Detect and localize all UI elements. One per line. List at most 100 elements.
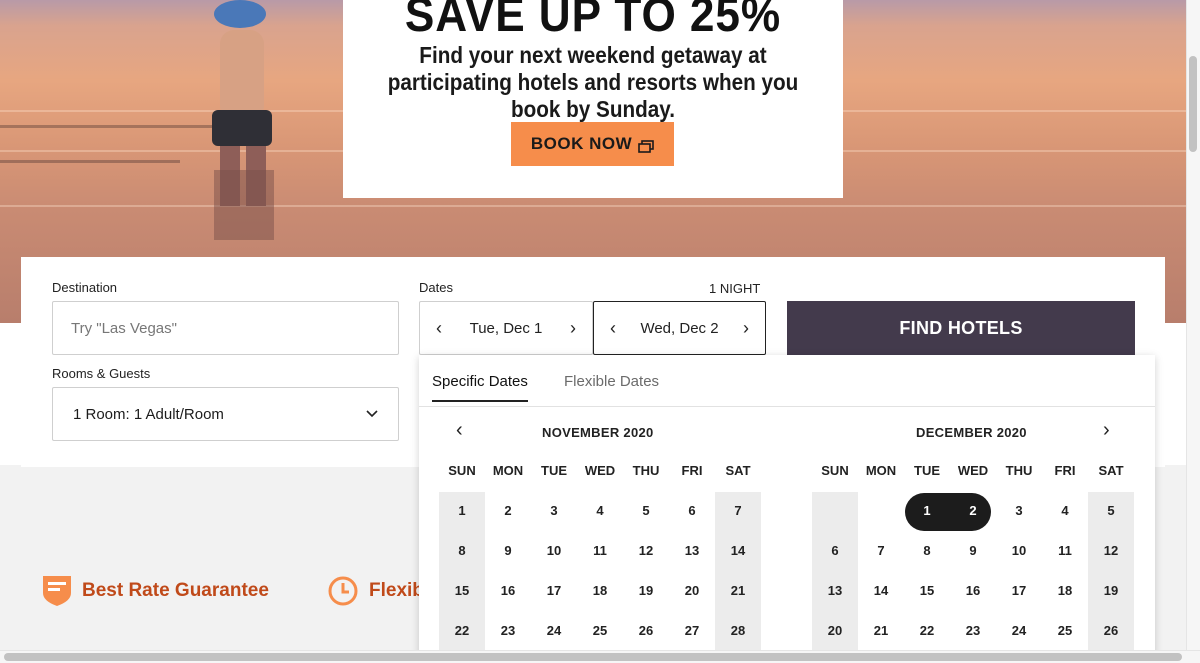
book-now-label: BOOK NOW <box>530 134 633 153</box>
prev-month-icon[interactable]: ‹ <box>456 419 463 442</box>
feature-best-rate: Best Rate Guarantee <box>42 575 269 607</box>
check-in-field[interactable]: ‹ Tue, Dec 1 › <box>419 301 593 355</box>
calendar-day[interactable]: 9 <box>950 532 996 570</box>
calendar-day[interactable]: 26 <box>1088 612 1134 650</box>
calendar-day[interactable]: 9 <box>485 532 531 570</box>
destination-input[interactable] <box>53 302 398 354</box>
clock-icon <box>328 576 358 606</box>
calendar-day[interactable]: 16 <box>950 572 996 610</box>
calendar-day[interactable]: 4 <box>577 492 623 530</box>
calendar-day[interactable]: 27 <box>669 612 715 650</box>
feature-flexible: Flexib <box>327 575 424 607</box>
calendar-day[interactable]: 23 <box>950 612 996 650</box>
calendar-day[interactable]: 2 <box>950 492 996 530</box>
calendar-day[interactable]: 13 <box>669 532 715 570</box>
weekday-header: SAT <box>1098 463 1124 478</box>
weekday-header: SUN <box>821 463 849 478</box>
next-month-icon[interactable]: › <box>1103 419 1110 442</box>
weekday-header: WED <box>957 463 989 478</box>
calendar-day[interactable]: 14 <box>715 532 761 570</box>
calendar-day[interactable]: 8 <box>904 532 950 570</box>
calendar-day[interactable]: 11 <box>1042 532 1088 570</box>
weekday-header: WED <box>584 463 616 478</box>
weekday-header: TUE <box>914 463 940 478</box>
calendar-day[interactable]: 26 <box>623 612 669 650</box>
calendar-day[interactable]: 17 <box>996 572 1042 610</box>
calendar-day[interactable]: 7 <box>715 492 761 530</box>
calendar-day[interactable]: 24 <box>996 612 1042 650</box>
calendar-day[interactable]: 2 <box>485 492 531 530</box>
vertical-scrollbar-thumb[interactable] <box>1189 56 1197 152</box>
calendar-day[interactable]: 11 <box>577 532 623 570</box>
calendar-day[interactable]: 18 <box>1042 572 1088 610</box>
calendar-day[interactable]: 6 <box>669 492 715 530</box>
chevron-right-icon[interactable]: › <box>739 318 753 339</box>
chevron-down-icon <box>366 410 378 418</box>
calendar-day[interactable]: 24 <box>531 612 577 650</box>
calendar-day[interactable]: 1 <box>904 492 950 530</box>
rooms-guests-select[interactable]: 1 Room: 1 Adult/Room <box>52 387 399 441</box>
weekday-header: FRI <box>1054 463 1076 478</box>
calendar-day[interactable]: 1 <box>439 492 485 530</box>
check-in-date: Tue, Dec 1 <box>469 319 543 337</box>
external-link-icon <box>638 138 654 153</box>
calendar-day[interactable]: 19 <box>1088 572 1134 610</box>
calendar-day[interactable]: 14 <box>858 572 904 610</box>
calendar-day[interactable]: 20 <box>669 572 715 610</box>
promo-card: SAVE UP TO 25% Find your next weekend ge… <box>343 0 843 198</box>
weekday-header: FRI <box>681 463 703 478</box>
find-hotels-button[interactable]: FIND HOTELS <box>787 301 1135 355</box>
calendar-day[interactable]: 17 <box>531 572 577 610</box>
calendar-day[interactable]: 21 <box>715 572 761 610</box>
horizontal-scrollbar-thumb[interactable] <box>4 653 1182 661</box>
weekday-header: TUE <box>541 463 567 478</box>
rooms-guests-value: 1 Room: 1 Adult/Room <box>73 405 224 423</box>
calendar-day[interactable]: 3 <box>996 492 1042 530</box>
promo-headline: SAVE UP TO 25% <box>404 0 782 42</box>
chevron-left-icon[interactable]: ‹ <box>606 318 620 339</box>
feature-label: Flexib <box>369 580 424 601</box>
calendar-day[interactable]: 15 <box>439 572 485 610</box>
weekday-header: SUN <box>448 463 476 478</box>
weekday-header: MON <box>492 463 524 478</box>
calendar-day[interactable]: 8 <box>439 532 485 570</box>
calendar-day[interactable]: 4 <box>1042 492 1088 530</box>
water-shadow <box>0 160 180 163</box>
calendar-day[interactable]: 25 <box>1042 612 1088 650</box>
dates-label: Dates <box>419 280 453 295</box>
calendar-day[interactable]: 16 <box>485 572 531 610</box>
calendar-day[interactable]: 22 <box>439 612 485 650</box>
calendar-day[interactable]: 6 <box>812 532 858 570</box>
calendar-day[interactable]: 23 <box>485 612 531 650</box>
calendar-day[interactable]: 12 <box>623 532 669 570</box>
calendar-day[interactable]: 20 <box>812 612 858 650</box>
calendar-day[interactable]: 3 <box>531 492 577 530</box>
weekday-header: SAT <box>725 463 751 478</box>
calendar-day[interactable]: 7 <box>858 532 904 570</box>
person-silhouette <box>212 0 274 240</box>
tab-specific-dates[interactable]: Specific Dates <box>432 373 528 402</box>
destination-field[interactable] <box>52 301 399 355</box>
tab-flexible-dates[interactable]: Flexible Dates <box>564 373 659 390</box>
calendar-day[interactable]: 5 <box>623 492 669 530</box>
calendar-day[interactable]: 19 <box>623 572 669 610</box>
calendar-day[interactable]: 21 <box>858 612 904 650</box>
weekday-header: MON <box>865 463 897 478</box>
calendar-day[interactable]: 28 <box>715 612 761 650</box>
shield-icon <box>43 576 71 606</box>
chevron-right-icon[interactable]: › <box>566 318 580 339</box>
calendar-day[interactable]: 10 <box>531 532 577 570</box>
calendar-day[interactable]: 12 <box>1088 532 1134 570</box>
calendar-day[interactable]: 10 <box>996 532 1042 570</box>
calendar-day[interactable]: 25 <box>577 612 623 650</box>
chevron-left-icon[interactable]: ‹ <box>432 318 446 339</box>
date-picker-dropdown: Specific Dates Flexible Dates ‹ › NOVEMB… <box>419 355 1155 663</box>
calendar-day[interactable]: 22 <box>904 612 950 650</box>
calendar-day[interactable]: 15 <box>904 572 950 610</box>
book-now-button[interactable]: BOOK NOW <box>511 122 674 166</box>
calendar-day[interactable]: 13 <box>812 572 858 610</box>
check-out-field[interactable]: ‹ Wed, Dec 2 › <box>593 301 766 355</box>
calendar-day[interactable]: 18 <box>577 572 623 610</box>
calendar-day[interactable]: 5 <box>1088 492 1134 530</box>
promo-subtext: Find your next weekend getaway at partic… <box>387 42 799 122</box>
